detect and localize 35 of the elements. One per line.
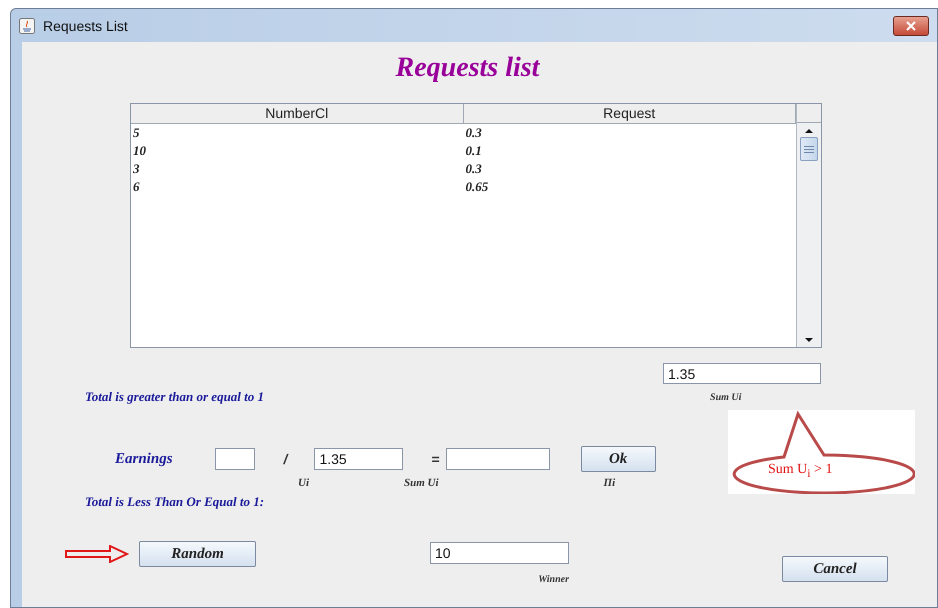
table-cell: 0.3 [466,161,482,176]
random-button[interactable]: Random [139,541,256,567]
table-cell: 5 [133,125,140,140]
divide-sign: / [284,451,288,467]
section-title: Total is Less Than Or Equal to 1: [85,494,264,510]
winner-field[interactable]: 10 [430,542,569,564]
close-button[interactable] [893,16,929,36]
table-cell: 10 [133,143,146,158]
field-label: Winner [538,574,569,585]
equals-sign: = [431,451,440,467]
field-label: Ui [298,477,309,489]
ui-field[interactable] [214,448,255,470]
sum-field[interactable]: 1.35 [663,363,821,384]
sum-field[interactable]: 1.35 [314,448,404,470]
table-cell: 0.65 [466,179,488,194]
close-icon [905,20,917,30]
column-header[interactable]: NumberCl [131,104,464,123]
earnings-label: Earnings [115,450,173,468]
heading: Requests list [396,52,540,84]
cancel-button[interactable]: Cancel [782,556,888,582]
callout-text: Sum U$_{i}$ > 1 [768,462,832,480]
window-title: Requests List [43,18,129,34]
app-icon [19,18,35,34]
table-cell: 6 [133,179,140,194]
field-label: Πi [604,477,616,489]
field-label: Sum Ui [404,477,439,489]
table-cell: 3 [133,161,140,176]
field-label: Sum Ui [710,392,742,402]
scroll-thumb[interactable] [800,137,818,161]
arrow-icon [65,545,129,563]
result-field[interactable] [446,448,550,470]
table-cell: 0.1 [466,143,482,158]
table-cell: 0.3 [466,125,482,140]
ok-button[interactable]: Ok [580,446,656,472]
section-title: Total is greater than or equal to 1 [85,389,264,405]
